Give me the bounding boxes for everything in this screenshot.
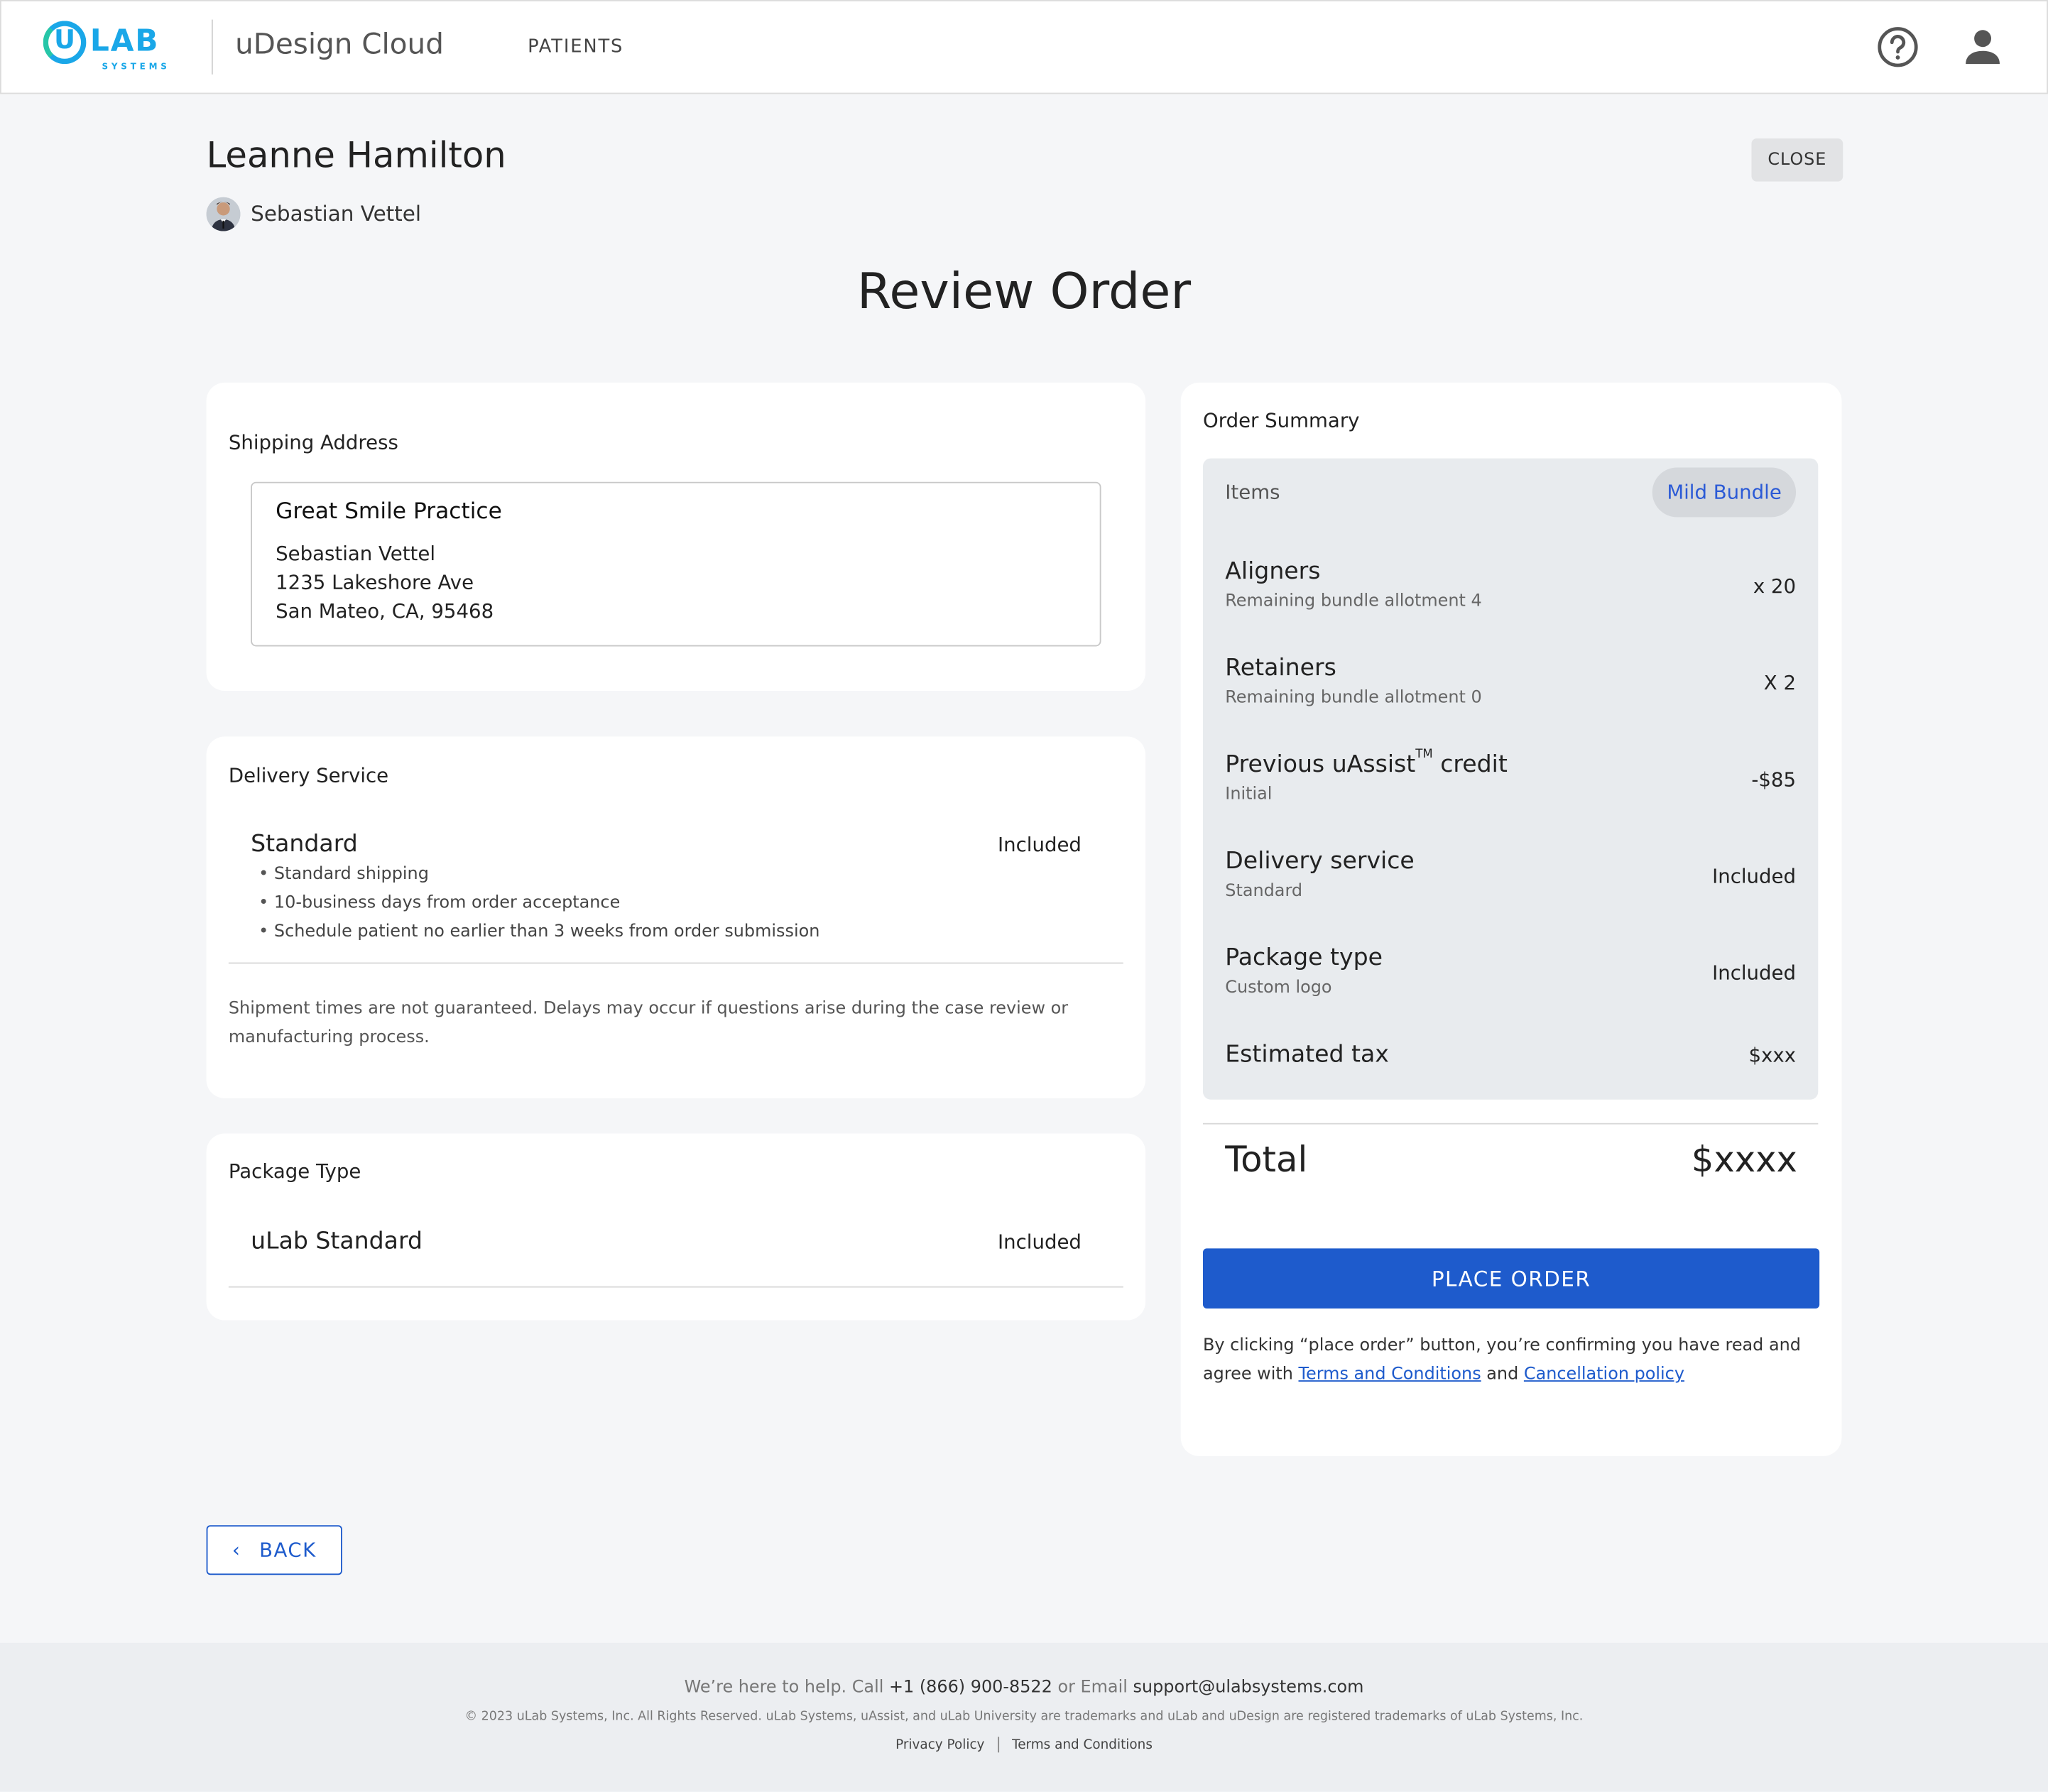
top-bar: U LAB SYSTEMS uDesign Cloud PATIENTS <box>0 0 2048 94</box>
summary-row-title: Delivery service <box>1225 847 1415 875</box>
footer-link-separator <box>997 1737 999 1753</box>
summary-items-box: Items Mild Bundle Aligners Remaining bun… <box>1202 458 1819 1100</box>
divider <box>228 962 1123 964</box>
summary-row-title: Estimated tax <box>1225 1040 1389 1069</box>
logo-systems: SYSTEMS <box>102 61 170 72</box>
summary-row-value: Included <box>1712 864 1797 888</box>
address-line-name: Sebastian Vettel <box>276 542 436 566</box>
doctor-name: Sebastian Vettel <box>251 201 422 226</box>
practice-name: Great Smile Practice <box>276 498 502 525</box>
summary-row-title-text: Previous uAssist <box>1225 750 1416 779</box>
app-name: uDesign Cloud <box>235 28 444 62</box>
delivery-bullet: Schedule patient no earlier than 3 weeks… <box>258 918 819 946</box>
summary-row-value: X 2 <box>1763 671 1797 695</box>
summary-row-value: -$85 <box>1751 767 1797 792</box>
divider <box>228 1286 1123 1288</box>
package-type-card: Package Type uLab Standard Included <box>206 1133 1146 1321</box>
ulab-logo[interactable]: U LAB SYSTEMS <box>43 20 185 77</box>
footer-email-prefix: or Email <box>1052 1678 1133 1698</box>
summary-row-subtitle: Initial <box>1225 785 1273 805</box>
bundle-badge: Mild Bundle <box>1652 467 1797 518</box>
close-button[interactable]: CLOSE <box>1751 138 1843 182</box>
summary-row-title: Retainers <box>1225 654 1336 682</box>
footer-help: We’re here to help. Call +1 (866) 900-85… <box>0 1678 2048 1698</box>
privacy-policy-link[interactable]: Privacy Policy <box>895 1738 984 1752</box>
shipping-address-card: Shipping Address Great Smile Practice Se… <box>206 382 1146 691</box>
footer-email[interactable]: support@ulabsystems.com <box>1133 1678 1363 1698</box>
total-value: $xxxx <box>1691 1140 1797 1181</box>
delivery-option-price: Included <box>997 833 1082 857</box>
summary-row-subtitle: Remaining bundle allotment 0 <box>1225 688 1482 708</box>
summary-row-title: Aligners <box>1225 557 1321 586</box>
delivery-bullets: Standard shipping 10-business days from … <box>258 861 819 946</box>
nav-patients[interactable]: PATIENTS <box>528 37 623 58</box>
consent-and: and <box>1481 1365 1524 1384</box>
footer-terms-link[interactable]: Terms and Conditions <box>1012 1738 1153 1752</box>
summary-row-title-suffix: credit <box>1432 750 1508 779</box>
footer-copyright: © 2023 uLab Systems, Inc. All Rights Res… <box>464 1709 1584 1724</box>
back-label: BACK <box>259 1538 317 1562</box>
back-button[interactable]: ‹ BACK <box>206 1525 342 1575</box>
summary-divider <box>1202 1122 1819 1125</box>
items-label: Items <box>1225 480 1280 504</box>
address-line-street: 1235 Lakeshore Ave <box>276 570 474 594</box>
patient-name: Leanne Hamilton <box>206 136 506 177</box>
order-summary-card: Order Summary Items Mild Bundle Aligners… <box>1180 382 1842 1456</box>
summary-row-subtitle: Custom logo <box>1225 978 1332 998</box>
logo-u: U <box>54 23 75 55</box>
summary-row-subtitle: Standard <box>1225 881 1303 902</box>
avatar-image <box>206 197 241 231</box>
delivery-option-name: Standard <box>251 830 358 858</box>
trademark-mark: TM <box>1415 748 1433 762</box>
user-icon[interactable] <box>1962 26 2004 68</box>
avatar <box>206 197 241 231</box>
page-title: Review Order <box>856 262 1192 320</box>
total-label: Total <box>1225 1140 1308 1181</box>
delivery-service-title: Delivery Service <box>228 763 389 788</box>
address-line-city: San Mateo, CA, 95468 <box>276 599 494 623</box>
summary-row-title: Previous uAssistTM credit <box>1225 748 1508 779</box>
delivery-service-card: Delivery Service Standard Included Stand… <box>206 736 1146 1098</box>
footer: We’re here to help. Call +1 (866) 900-85… <box>0 1642 2048 1792</box>
terms-link[interactable]: Terms and Conditions <box>1298 1365 1481 1384</box>
cancellation-policy-link[interactable]: Cancellation policy <box>1524 1365 1684 1384</box>
summary-row-value: Included <box>1712 961 1797 985</box>
shipment-note: Shipment times are not guaranteed. Delay… <box>228 999 1069 1048</box>
footer-links: Privacy Policy Terms and Conditions <box>0 1737 2048 1753</box>
footer-phone[interactable]: +1 (866) 900-8522 <box>889 1678 1052 1698</box>
header-divider <box>211 19 213 75</box>
shipping-address-title: Shipping Address <box>228 430 398 455</box>
footer-help-prefix: We’re here to help. Call <box>684 1678 889 1698</box>
summary-row-subtitle: Remaining bundle allotment 4 <box>1225 591 1482 611</box>
chevron-left-icon: ‹ <box>232 1538 241 1562</box>
package-name: uLab Standard <box>251 1227 423 1255</box>
package-type-title: Package Type <box>228 1159 361 1184</box>
summary-row-value: x 20 <box>1753 574 1797 599</box>
package-price: Included <box>997 1230 1082 1254</box>
help-icon[interactable] <box>1877 26 1919 68</box>
place-order-button[interactable]: PLACE ORDER <box>1202 1248 1820 1309</box>
address-box[interactable]: Great Smile Practice Sebastian Vettel 12… <box>251 481 1101 647</box>
summary-row-value: $xxx <box>1748 1043 1797 1067</box>
logo-lab: LAB <box>89 24 160 59</box>
delivery-bullet: Standard shipping <box>258 861 819 889</box>
order-consent-text: By clicking “place order” button, you’re… <box>1203 1332 1816 1389</box>
order-summary-title: Order Summary <box>1202 408 1360 432</box>
summary-row-title: Package type <box>1225 944 1383 972</box>
delivery-bullet: 10-business days from order acceptance <box>258 890 819 918</box>
page: U LAB SYSTEMS uDesign Cloud PATIENTS Lea… <box>0 0 2048 1792</box>
